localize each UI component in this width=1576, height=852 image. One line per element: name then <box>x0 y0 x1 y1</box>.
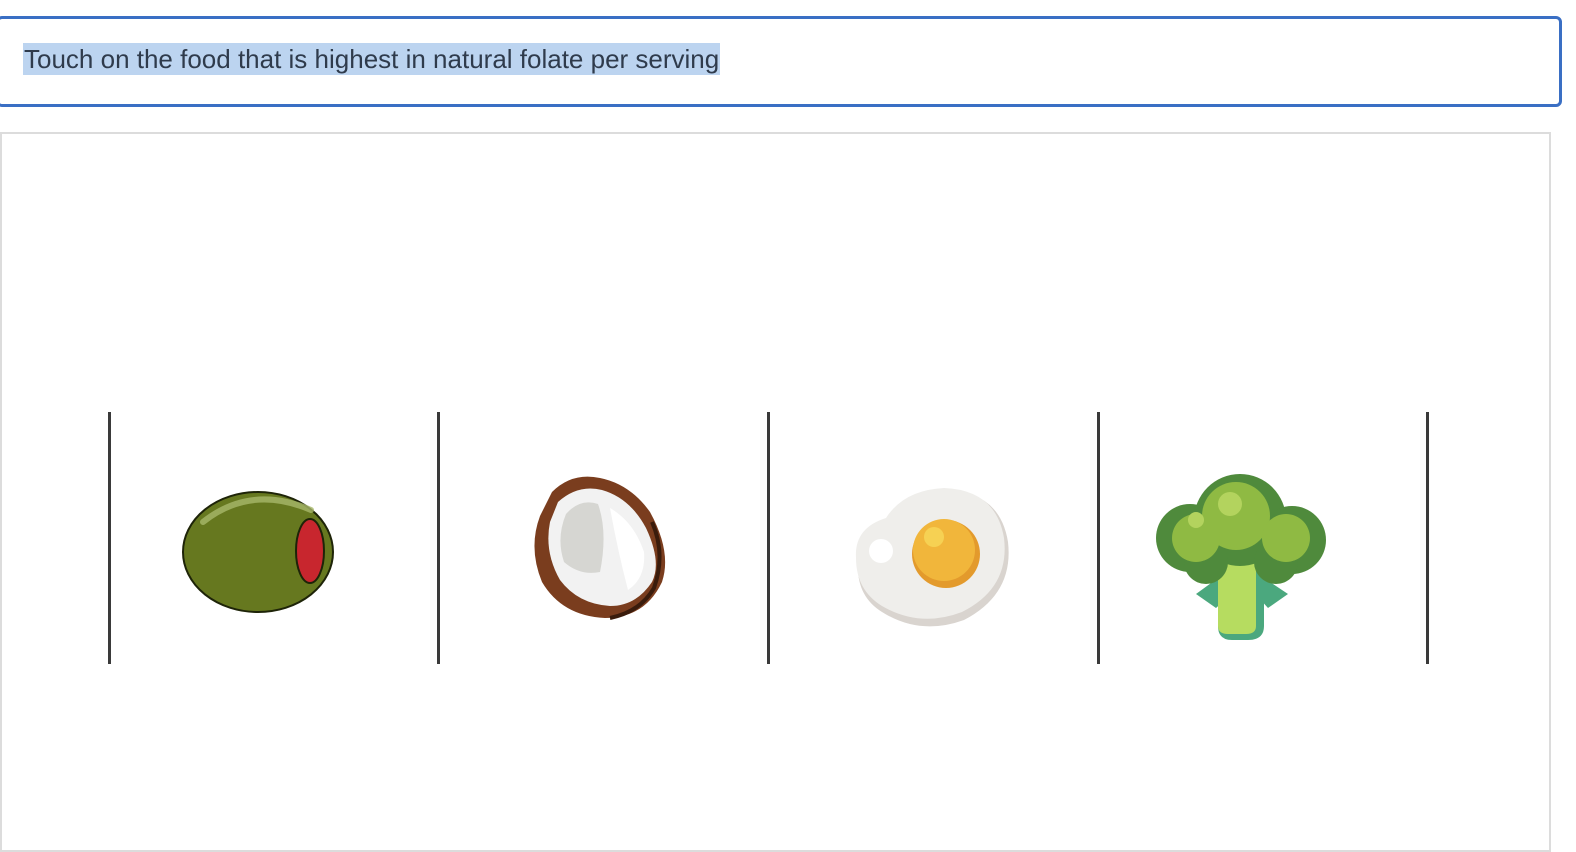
question-prompt-box: Touch on the food that is highest in nat… <box>0 16 1562 107</box>
choice-egg[interactable] <box>770 412 1096 664</box>
choice-broccoli[interactable] <box>1100 412 1426 664</box>
fried-egg-icon <box>855 488 1009 627</box>
question-prompt-text: Touch on the food that is highest in nat… <box>23 43 721 75</box>
choice-divider <box>1426 412 1429 664</box>
choice-olive[interactable] <box>111 412 437 664</box>
olive-icon <box>182 491 334 613</box>
coconut-icon <box>534 476 666 620</box>
choice-coconut[interactable] <box>440 412 766 664</box>
broccoli-icon <box>1156 474 1326 640</box>
